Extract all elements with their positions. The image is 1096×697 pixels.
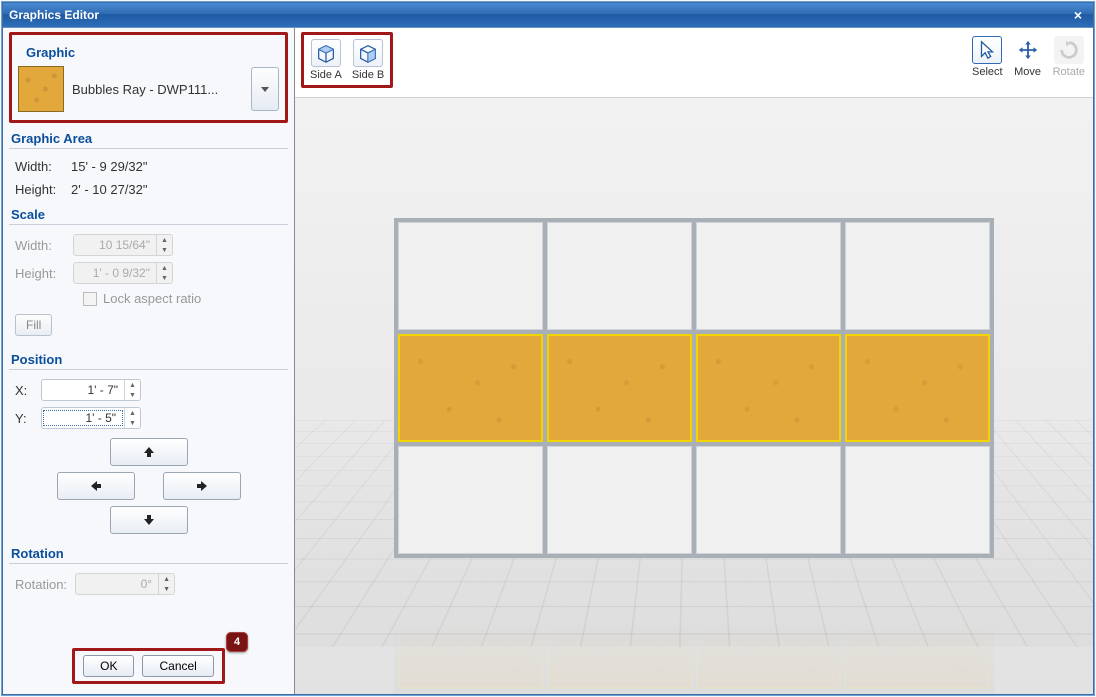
pos-x-spinner[interactable]: 1' - 7" ▲▼ xyxy=(41,379,141,401)
graphic-section-highlight: Graphic Bubbles Ray - DWP111... xyxy=(9,32,288,123)
rotate-tool: Rotate xyxy=(1051,34,1087,80)
side-a-label: Side A xyxy=(310,69,342,81)
side-b-button[interactable]: Side B xyxy=(350,37,386,83)
graphic-area-title: Graphic Area xyxy=(3,125,294,148)
wall-grid[interactable] xyxy=(394,218,994,558)
sidebar: Graphic Bubbles Ray - DWP111... 3 Graphi… xyxy=(3,28,295,694)
panel-cell-selected[interactable] xyxy=(696,334,841,442)
width-label: Width: xyxy=(15,159,65,174)
scale-height-value: 1' - 0 9/32" xyxy=(74,266,156,280)
side-a-button[interactable]: Side A xyxy=(308,37,344,83)
graphic-thumbnail xyxy=(18,66,64,112)
scale-width-value: 10 15/64" xyxy=(74,238,156,252)
select-label: Select xyxy=(972,66,1003,78)
main-area: Side A Side B Select xyxy=(295,28,1093,694)
viewport[interactable] xyxy=(295,98,1093,694)
panel-cell[interactable] xyxy=(398,222,543,330)
panel-cell-selected[interactable] xyxy=(547,334,692,442)
rotate-label: Rotate xyxy=(1053,66,1085,78)
lock-aspect-label: Lock aspect ratio xyxy=(103,291,201,306)
lock-aspect-row: Lock aspect ratio xyxy=(3,287,294,312)
cube-icon xyxy=(353,39,383,67)
cube-icon xyxy=(311,39,341,67)
pos-y-spinner[interactable]: 1' - 5" ▲▼ xyxy=(41,407,141,429)
width-value: 15' - 9 29/32" xyxy=(71,159,147,174)
side-b-label: Side B xyxy=(352,69,384,81)
down-arrow-icon[interactable]: ▼ xyxy=(125,418,140,428)
nudge-down-button[interactable] xyxy=(110,506,188,534)
panel-cell[interactable] xyxy=(547,222,692,330)
right-tools: Select Move Rotate xyxy=(970,32,1087,80)
ok-button[interactable]: OK xyxy=(83,655,134,677)
panel-cell[interactable] xyxy=(398,446,543,554)
cursor-icon xyxy=(972,36,1002,64)
cancel-button[interactable]: Cancel xyxy=(142,655,213,677)
rotation-spinner: 0° ▲▼ xyxy=(75,573,175,595)
pos-x-label: X: xyxy=(15,383,33,398)
graphic-name: Bubbles Ray - DWP111... xyxy=(72,82,243,97)
lock-aspect-checkbox xyxy=(83,292,97,306)
nudge-up-button[interactable] xyxy=(110,438,188,466)
callout-4: 4 xyxy=(226,632,248,652)
toolbar: Side A Side B Select xyxy=(295,28,1093,98)
scale-width-label: Width: xyxy=(15,238,65,253)
ok-cancel-highlight: OK Cancel xyxy=(72,648,225,684)
arrow-left-icon xyxy=(89,479,103,493)
up-arrow-icon[interactable]: ▲ xyxy=(125,408,140,418)
rotate-icon xyxy=(1054,36,1084,64)
select-tool[interactable]: Select xyxy=(970,34,1005,80)
panel-cell[interactable] xyxy=(845,222,990,330)
panel-cell[interactable] xyxy=(696,446,841,554)
graphics-editor-window: Graphics Editor × Graphic Bubbles Ray - … xyxy=(2,2,1094,695)
panel-cell-selected[interactable] xyxy=(845,334,990,442)
nudge-left-button[interactable] xyxy=(57,472,135,500)
arrow-up-icon xyxy=(142,445,156,459)
up-arrow-icon[interactable]: ▲ xyxy=(125,380,140,390)
move-tool[interactable]: Move xyxy=(1011,34,1045,80)
move-label: Move xyxy=(1014,66,1041,78)
nudge-right-button[interactable] xyxy=(163,472,241,500)
graphic-area-height: Height: 2' - 10 27/32" xyxy=(3,178,294,201)
panel-cell[interactable] xyxy=(547,446,692,554)
rotation-label: Rotation: xyxy=(15,577,67,592)
pos-y-value: 1' - 5" xyxy=(43,410,123,426)
graphic-section-title: Graphic xyxy=(18,39,279,62)
nudge-pad xyxy=(3,432,294,540)
arrow-down-icon xyxy=(142,513,156,527)
graphic-dropdown-button[interactable] xyxy=(251,67,279,111)
height-value: 2' - 10 27/32" xyxy=(71,182,147,197)
scale-height-spinner: 1' - 0 9/32" ▲▼ xyxy=(73,262,173,284)
pos-x-value: 1' - 7" xyxy=(42,383,124,397)
height-label: Height: xyxy=(15,182,65,197)
rotation-value: 0° xyxy=(76,577,158,591)
arrow-right-icon xyxy=(195,479,209,493)
panel-cell-selected[interactable] xyxy=(398,334,543,442)
close-icon[interactable]: × xyxy=(1069,7,1087,23)
fill-button[interactable]: Fill xyxy=(15,314,52,336)
rotation-title: Rotation xyxy=(3,540,294,563)
panel-cell[interactable] xyxy=(696,222,841,330)
side-buttons-highlight: Side A Side B xyxy=(301,32,393,88)
pos-y-label: Y: xyxy=(15,411,33,426)
titlebar: Graphics Editor × xyxy=(3,3,1093,27)
scale-height-label: Height: xyxy=(15,266,65,281)
position-title: Position xyxy=(3,346,294,369)
graphic-area-width: Width: 15' - 9 29/32" xyxy=(3,155,294,178)
move-icon xyxy=(1013,36,1043,64)
chevron-down-icon xyxy=(261,87,269,92)
scale-title: Scale xyxy=(3,201,294,224)
window-title: Graphics Editor xyxy=(9,8,99,22)
down-arrow-icon[interactable]: ▼ xyxy=(125,390,140,400)
panel-cell[interactable] xyxy=(845,446,990,554)
scale-width-spinner: 10 15/64" ▲▼ xyxy=(73,234,173,256)
